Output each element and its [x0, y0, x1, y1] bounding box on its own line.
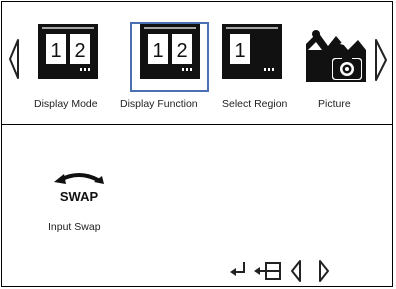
menu-item-label: Picture: [318, 98, 351, 110]
menu-item-label: Display Function: [120, 98, 198, 110]
footer-controls: [228, 258, 358, 284]
select-region-icon: 1: [222, 24, 282, 79]
display-mode-icon: 1 2: [38, 24, 98, 79]
enter-icon[interactable]: [230, 262, 245, 276]
picture-icon: [306, 30, 366, 82]
display-function-digit-1: 1: [152, 40, 163, 62]
swap-text: SWAP: [60, 189, 99, 204]
display-mode-digit-2: 2: [74, 40, 85, 62]
display-function-icon: 1 2: [140, 24, 200, 79]
input-swap-label: Input Swap: [48, 221, 101, 233]
select-region-digit-1: 1: [234, 40, 245, 62]
menu-item-label: Select Region: [222, 98, 288, 110]
left-icon[interactable]: [291, 260, 301, 282]
scroll-right-arrow-icon[interactable]: [374, 38, 388, 82]
display-mode-digit-1: 1: [50, 40, 61, 62]
swap-icon: SWAP: [54, 173, 104, 204]
menu-item-label: Display Mode: [34, 98, 98, 110]
section-divider: [1, 124, 393, 125]
scroll-left-arrow-icon[interactable]: [8, 38, 20, 80]
exit-icon[interactable]: [254, 262, 281, 280]
right-icon[interactable]: [319, 260, 329, 282]
display-function-digit-2: 2: [176, 40, 187, 62]
